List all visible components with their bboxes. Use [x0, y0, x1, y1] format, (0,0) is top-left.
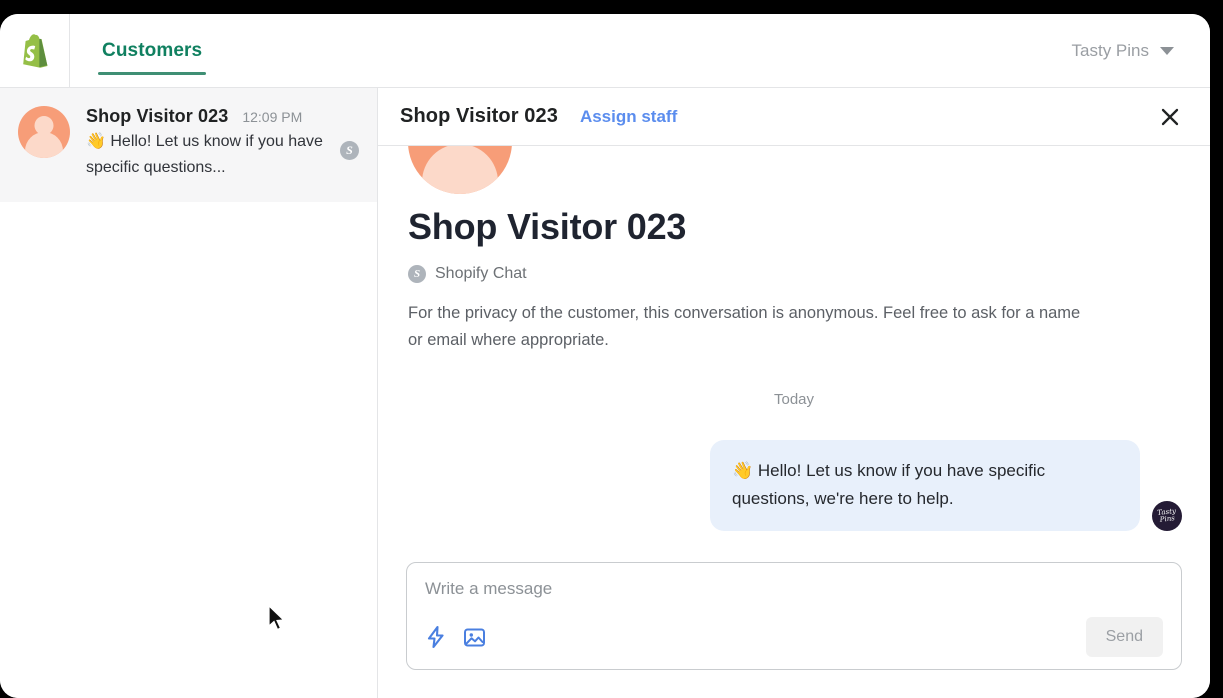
- attach-image-button[interactable]: [463, 626, 486, 649]
- message-bubble: 👋 Hello! Let us know if you have specifi…: [710, 440, 1140, 531]
- chevron-down-icon: [1160, 46, 1174, 55]
- list-item[interactable]: Shop Visitor 023 12:09 PM 👋 Hello! Let u…: [0, 88, 377, 202]
- page-title: Shop Visitor 023: [408, 206, 687, 247]
- composer-toolbar: Send: [425, 617, 1163, 657]
- list-item-text: Shop Visitor 023 12:09 PM 👋 Hello! Let u…: [86, 106, 359, 182]
- message-composer[interactable]: Write a message Send: [406, 562, 1182, 670]
- privacy-note: For the privacy of the customer, this co…: [408, 304, 1081, 349]
- mouse-cursor: [268, 605, 285, 631]
- channel-label: Shopify Chat: [435, 265, 527, 282]
- conversation-list-sidebar: Shop Visitor 023 12:09 PM 👋 Hello! Let u…: [0, 88, 378, 698]
- store-name-label: Tasty Pins: [1071, 40, 1149, 60]
- list-item-name: Shop Visitor 023: [86, 106, 229, 126]
- avatar: Tasty Pins: [1152, 500, 1182, 531]
- close-icon: [1161, 108, 1179, 125]
- list-item-preview: 👋 Hello! Let us know if you have specifi…: [86, 133, 323, 177]
- shopify-logo[interactable]: [0, 14, 70, 87]
- brand-avatar-label: Tasty Pins: [1156, 506, 1177, 524]
- lightning-bolt-icon: [427, 625, 444, 649]
- tab-active-indicator: [98, 72, 207, 75]
- message-scroll-area[interactable]: Shop Visitor 023 S Shopify Chat For the …: [378, 146, 1210, 548]
- assign-staff-link[interactable]: Assign staff: [580, 107, 677, 127]
- list-item-time: 12:09 PM: [242, 109, 303, 125]
- composer-wrap: Write a message Send: [378, 548, 1210, 698]
- app-window: Customers Tasty Pins Shop Visitor 023 12…: [0, 14, 1210, 698]
- send-button[interactable]: Send: [1085, 617, 1163, 657]
- day-divider: Today: [773, 391, 815, 409]
- channel-row: S Shopify Chat: [408, 265, 1182, 283]
- shopify-channel-badge-icon: S: [408, 265, 426, 283]
- body-split: Shop Visitor 023 12:09 PM 👋 Hello! Let u…: [0, 88, 1210, 698]
- top-bar: Customers Tasty Pins: [0, 14, 1210, 88]
- tab-customers-label: Customers: [102, 39, 203, 61]
- conversation-pane: Shop Visitor 023 Assign staff Shop Visit…: [378, 88, 1210, 698]
- shopify-channel-badge-icon: S: [340, 141, 359, 160]
- conversation-title: Shop Visitor 023: [400, 105, 558, 127]
- person-avatar-icon: [18, 106, 70, 158]
- close-button[interactable]: [1154, 101, 1186, 133]
- shopify-bag-icon: [22, 33, 47, 68]
- tab-customers[interactable]: Customers: [98, 14, 207, 87]
- message-row: 👋 Hello! Let us know if you have specifi…: [406, 440, 1182, 531]
- store-switcher[interactable]: Tasty Pins: [1072, 14, 1210, 87]
- tab-bar: Customers: [70, 14, 207, 87]
- image-icon: [464, 628, 485, 646]
- message-input[interactable]: Write a message: [425, 579, 1163, 599]
- quick-reply-button[interactable]: [425, 625, 447, 649]
- profile-avatar: [408, 146, 512, 194]
- conversation-header: Shop Visitor 023 Assign staff: [378, 88, 1210, 146]
